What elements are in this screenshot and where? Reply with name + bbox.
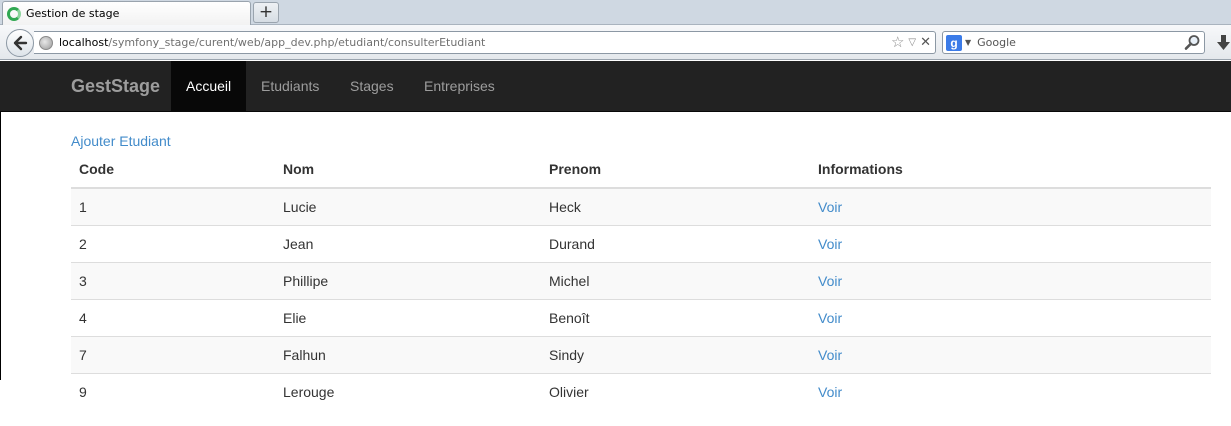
loading-favicon-icon [7,6,21,21]
back-arrow-icon [13,35,28,51]
browser-toolbar: localhost /symfony_stage/curent/web/app_… [0,25,1231,60]
cell-info: Voir [810,372,1211,410]
header-prenom: Prenom [541,151,810,189]
header-informations: Informations [810,151,1211,189]
cell-code: 9 [71,372,275,410]
header-nom: Nom [275,151,541,189]
cell-info: Voir [810,261,1211,299]
cell-prenom: Heck [541,187,810,225]
cell-code: 4 [71,298,275,336]
cell-info: Voir [810,224,1211,262]
new-tab-button[interactable]: + [253,2,279,23]
nav-item-stages[interactable]: Stages [335,61,409,111]
cell-code: 3 [71,261,275,299]
url-actions: ☆ ▽ ✕ [891,33,931,52]
history-dropdown-icon[interactable]: ▽ [908,33,916,52]
stop-icon[interactable]: ✕ [920,33,931,52]
table-row: 9 Lerouge Olivier Voir [71,372,1211,410]
url-path: /symfony_stage/curent/web/app_dev.php/et… [108,36,486,49]
cell-nom: Phillipe [275,261,541,299]
browser-tab[interactable]: Gestion de stage [2,1,251,25]
voir-link[interactable]: Voir [818,347,842,363]
google-icon[interactable]: g [946,34,962,51]
brand-logo[interactable]: GestStage [71,61,160,112]
cell-code: 2 [71,224,275,262]
table-row: 4 Elie Benoît Voir [71,298,1211,336]
cell-prenom: Benoît [541,298,810,336]
cell-code: 1 [71,187,275,225]
table-row: 7 Falhun Sindy Voir [71,335,1211,373]
voir-link[interactable]: Voir [818,236,842,252]
header-code: Code [71,151,275,189]
voir-link[interactable]: Voir [818,273,842,289]
cell-info: Voir [810,187,1211,225]
table-row: 1 Lucie Heck Voir [71,187,1211,225]
table-row: 3 Phillipe Michel Voir [71,261,1211,299]
page-divider [0,112,1,380]
url-host: localhost [59,36,109,49]
cell-info: Voir [810,335,1211,373]
cell-nom: Lerouge [275,372,541,410]
cell-nom: Elie [275,298,541,336]
search-bar[interactable]: g ▼ [942,31,1205,54]
cell-info: Voir [810,298,1211,336]
cell-nom: Falhun [275,335,541,373]
cell-code: 7 [71,335,275,373]
cell-nom: Lucie [275,187,541,225]
cell-nom: Jean [275,224,541,262]
search-input[interactable] [977,36,1178,49]
globe-icon [39,35,53,50]
voir-link[interactable]: Voir [818,384,842,400]
cell-prenom: Sindy [541,335,810,373]
cell-prenom: Michel [541,261,810,299]
engine-dropdown-icon[interactable]: ▼ [965,38,971,47]
nav-item-accueil[interactable]: Accueil [171,61,247,111]
nav-item-etudiants[interactable]: Etudiants [246,61,334,111]
add-student-link[interactable]: Ajouter Etudiant [71,133,171,149]
table-header-row: Code Nom Prenom Informations [71,151,1211,189]
nav-item-entreprises[interactable]: Entreprises [409,61,510,111]
browser-tab-strip: Gestion de stage + [0,0,1231,25]
tab-title: Gestion de stage [26,7,120,20]
bookmark-star-icon[interactable]: ☆ [891,33,904,52]
cell-prenom: Durand [541,224,810,262]
table-row: 2 Jean Durand Voir [71,224,1211,262]
cell-prenom: Olivier [541,372,810,410]
magnifier-icon[interactable] [1184,34,1201,51]
url-bar[interactable]: localhost /symfony_stage/curent/web/app_… [34,31,936,54]
app-navbar: GestStage Accueil Etudiants Stages Entre… [0,61,1231,112]
voir-link[interactable]: Voir [818,310,842,326]
download-arrow-icon[interactable] [1216,34,1231,52]
voir-link[interactable]: Voir [818,199,842,215]
back-button[interactable] [6,29,34,57]
students-table: Code Nom Prenom Informations 1 Lucie Hec… [71,151,1211,410]
